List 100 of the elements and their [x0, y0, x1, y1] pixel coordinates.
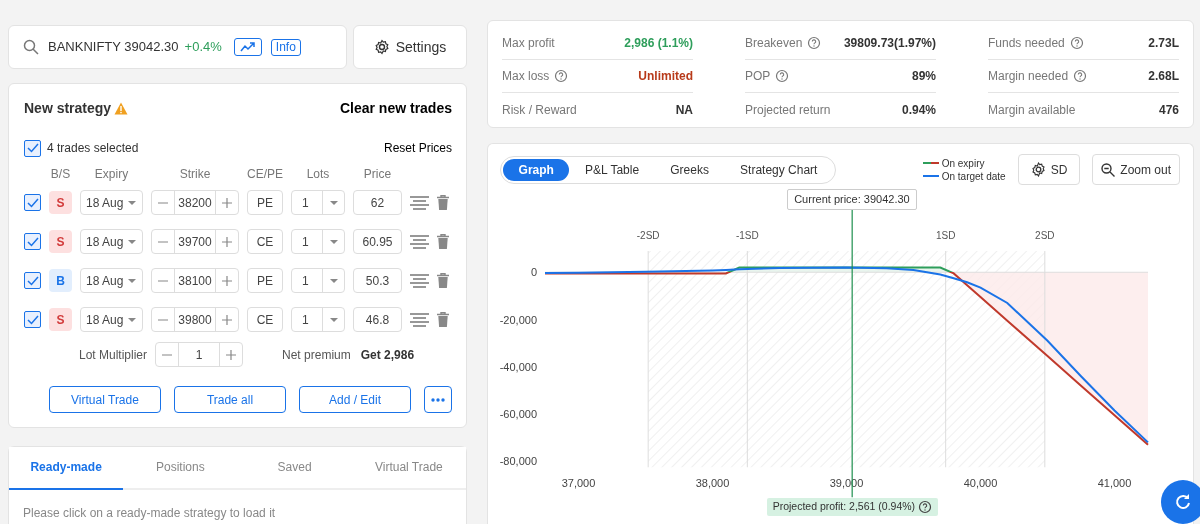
checkbox[interactable]: [24, 233, 41, 250]
stat-label: Breakeven: [745, 35, 803, 52]
stat-value: NA: [675, 101, 693, 119]
stat-label: Max profit: [502, 35, 555, 52]
more-button[interactable]: [424, 386, 452, 413]
lots-dropdown[interactable]: 1: [291, 229, 345, 254]
help-icon[interactable]: [918, 500, 933, 515]
graph-tab[interactable]: Strategy Chart: [724, 158, 833, 181]
price-field[interactable]: 50.3: [353, 268, 402, 293]
strike-field[interactable]: 38200: [174, 191, 216, 214]
y-tick-label: -60,000: [500, 408, 537, 420]
lot-multiplier-label: Lot Multiplier: [79, 346, 148, 364]
sd-label: 2SD: [1035, 230, 1055, 241]
more-icon: [431, 398, 445, 403]
help-icon[interactable]: [1073, 69, 1088, 83]
stat-label: POP: [745, 68, 771, 85]
net-premium-label: Net premium: [282, 346, 351, 364]
stepper[interactable]: 39800: [151, 307, 239, 332]
refresh-button[interactable]: [1161, 480, 1200, 524]
expiry-dropdown[interactable]: 18 Aug: [80, 229, 143, 254]
projected-profit-text: Projected profit: 2,561 (0.94%): [772, 499, 916, 515]
stat-value: 476: [1158, 101, 1179, 119]
strike-field[interactable]: 38100: [174, 269, 216, 292]
trash-icon[interactable]: [437, 273, 449, 288]
clear-trades-link[interactable]: Clear new trades: [339, 98, 452, 119]
action-button[interactable]: Virtual Trade: [49, 386, 161, 413]
lots-dropdown[interactable]: 1: [291, 190, 345, 215]
strategy-title: New strategy: [24, 99, 112, 118]
option-type-toggle[interactable]: CE: [247, 229, 283, 254]
help-icon[interactable]: [554, 69, 569, 83]
stepper[interactable]: 1: [155, 342, 244, 367]
caret-icon: [328, 277, 339, 284]
menu-icon[interactable]: [410, 195, 429, 210]
strike-field[interactable]: 39700: [174, 230, 216, 253]
price-field[interactable]: 60.95: [353, 229, 402, 254]
lot-multiplier-field[interactable]: 1: [178, 343, 221, 366]
trash-icon[interactable]: [437, 195, 449, 210]
action-button[interactable]: Add / Edit: [299, 386, 411, 413]
x-tick-label: 41,000: [1097, 477, 1132, 490]
x-tick-label: 38,000: [695, 477, 730, 490]
trash-icon[interactable]: [437, 312, 449, 327]
lots-dropdown[interactable]: 1: [291, 307, 345, 332]
buy-sell-toggle[interactable]: S: [49, 191, 72, 214]
plus-icon[interactable]: [222, 275, 232, 286]
hint-text: Please click on a ready-made strategy to load it: [22, 504, 277, 522]
checkbox[interactable]: [24, 272, 41, 289]
info-button[interactable]: Info: [270, 38, 301, 56]
settings-button[interactable]: Settings: [353, 25, 467, 69]
stat-label: Max loss: [502, 68, 550, 85]
option-type-toggle[interactable]: PE: [247, 190, 283, 215]
plus-icon[interactable]: [222, 236, 232, 247]
expiry-dropdown[interactable]: 18 Aug: [80, 190, 143, 215]
expiry-dropdown[interactable]: 18 Aug: [80, 307, 143, 332]
refresh-icon: [1174, 493, 1192, 511]
menu-icon[interactable]: [410, 273, 429, 288]
chart-button[interactable]: [233, 38, 262, 56]
stepper[interactable]: 38100: [151, 268, 239, 293]
expiry-dropdown[interactable]: 18 Aug: [80, 268, 143, 293]
help-icon[interactable]: [807, 36, 822, 50]
buy-sell-toggle[interactable]: S: [49, 230, 72, 253]
stat-value: 89%: [911, 68, 936, 85]
menu-icon[interactable]: [410, 312, 429, 327]
legend-label: On expiry: [941, 156, 985, 170]
sd-button[interactable]: SD: [1017, 154, 1081, 185]
checkbox[interactable]: [24, 139, 41, 157]
graph-tab[interactable]: Greeks: [654, 158, 725, 181]
caret-icon: [328, 316, 339, 323]
reset-prices-link[interactable]: Reset Prices: [383, 139, 452, 157]
tab[interactable]: Virtual Trade: [351, 446, 466, 490]
plus-icon[interactable]: [222, 314, 232, 325]
buy-sell-toggle[interactable]: B: [49, 269, 72, 292]
menu-icon[interactable]: [410, 234, 429, 249]
buy-sell-toggle[interactable]: S: [49, 308, 72, 331]
checkbox[interactable]: [24, 194, 41, 211]
x-tick-label: 40,000: [963, 477, 998, 490]
action-button[interactable]: Trade all: [174, 386, 286, 413]
lots-dropdown[interactable]: 1: [291, 268, 345, 293]
stepper[interactable]: 39700: [151, 229, 239, 254]
y-tick-label: -80,000: [500, 455, 537, 468]
stepper[interactable]: 38200: [151, 190, 239, 215]
search-field[interactable]: BANKNIFTY 39042.30 +0.4% Info: [8, 25, 347, 69]
strike-field[interactable]: 39800: [174, 308, 216, 331]
graph-tab[interactable]: P&L Table: [569, 158, 655, 181]
option-type-toggle[interactable]: PE: [247, 268, 283, 293]
caret-icon: [127, 316, 137, 323]
help-icon[interactable]: [775, 69, 790, 83]
option-type-toggle[interactable]: CE: [247, 307, 283, 332]
help-icon[interactable]: [1069, 36, 1084, 50]
price-field[interactable]: 62: [353, 190, 402, 215]
plus-icon[interactable]: [222, 197, 232, 208]
trash-icon[interactable]: [437, 234, 449, 249]
price-field[interactable]: 46.8: [353, 307, 402, 332]
stat-value: 39809.73(1.97%): [843, 35, 936, 52]
graph-tab[interactable]: Graph: [503, 158, 570, 181]
checkbox[interactable]: [24, 311, 41, 328]
settings-icon: [373, 39, 390, 55]
tab[interactable]: Ready-made: [9, 446, 124, 490]
zoom-out-button[interactable]: Zoom out: [1092, 154, 1180, 185]
legend-label: On target date: [941, 169, 1006, 183]
plus-icon[interactable]: [226, 349, 237, 360]
